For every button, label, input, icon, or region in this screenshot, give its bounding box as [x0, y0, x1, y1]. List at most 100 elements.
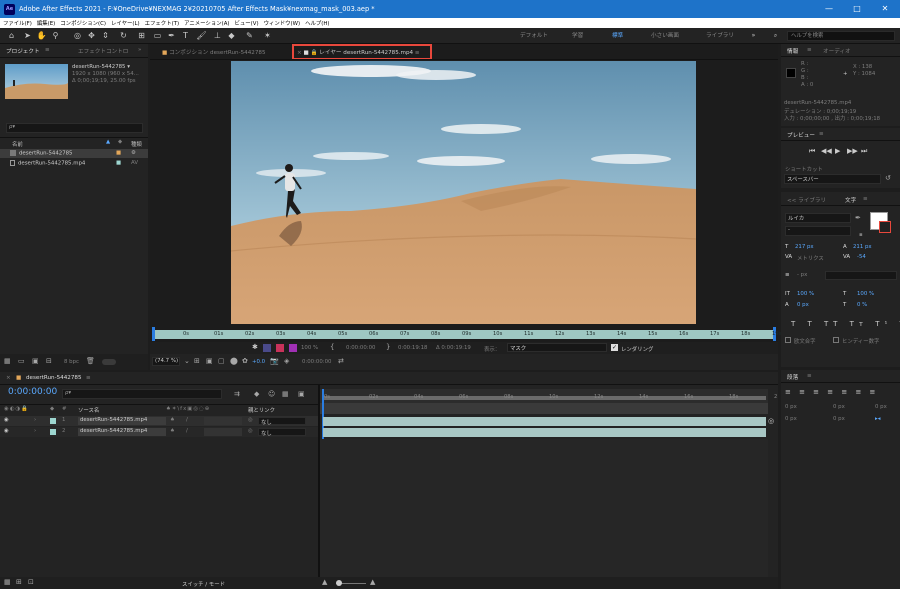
puppet-pin-icon[interactable]: ✶	[262, 30, 273, 41]
indent-right-value[interactable]: 0 px	[833, 404, 845, 410]
tab-effect-controls[interactable]: エフェクトコントロ	[78, 47, 128, 55]
set-in-point-icon[interactable]: {	[330, 343, 334, 352]
visibility-eye-icon[interactable]: ◉	[4, 417, 9, 423]
help-search-input[interactable]: ヘルプを検索	[787, 31, 895, 41]
brush-tool-icon[interactable]: 🖌	[196, 30, 207, 41]
viewer-timecode[interactable]: 0:00:00:00	[302, 359, 331, 365]
type-tool-icon[interactable]: T	[180, 30, 191, 41]
menu-edit[interactable]: 編集(E)	[37, 19, 55, 27]
vertical-scale-value[interactable]: 100 %	[797, 291, 814, 297]
pickwhip-icon[interactable]: ◎	[248, 417, 253, 423]
shy-icon[interactable]: ☺	[268, 390, 275, 399]
sort-up-icon[interactable]: ▲	[106, 139, 110, 145]
tab-character[interactable]: 文字	[845, 196, 856, 204]
new-folder-icon[interactable]: ▭	[18, 357, 25, 366]
layer-bar-1[interactable]	[323, 417, 766, 426]
clone-stamp-icon[interactable]: ⊥	[212, 30, 223, 41]
project-item-comp[interactable]: desertRun-5442785	[10, 150, 72, 157]
snapshot-icon[interactable]: ✱	[252, 343, 258, 352]
align-buttons[interactable]: ≡ ≡ ≡ ≡ ≡ ≡ ≡	[785, 388, 878, 396]
timeline-timecode[interactable]: 0:00:00:00	[8, 387, 57, 397]
display-select[interactable]: マスク	[507, 343, 607, 352]
fast-preview-pct[interactable]: 100 %	[301, 345, 318, 351]
switch-boxes[interactable]	[204, 417, 242, 425]
mask-icon[interactable]: ▢	[218, 357, 225, 366]
color-chip-purple[interactable]	[289, 344, 297, 352]
trash-icon[interactable]: 🗑	[86, 357, 95, 366]
ligature-checkbox[interactable]	[785, 337, 791, 343]
menu-view[interactable]: ビュー(V)	[235, 19, 259, 27]
hindi-checkbox[interactable]	[833, 337, 839, 343]
font-style-select[interactable]: -	[785, 226, 851, 236]
label-tag-icon[interactable]: ◆	[118, 139, 122, 145]
roto-brush-icon[interactable]: ✎	[244, 30, 255, 41]
draft-3d-icon[interactable]: ◆	[254, 390, 259, 399]
layer-row[interactable]: ◉ › 2 desertRun-5442785.mp4 ♠ / ◎ なし	[0, 427, 318, 437]
graph-editor-icon[interactable]: ▣	[298, 390, 305, 399]
channel-icon[interactable]: ⬤	[230, 357, 238, 366]
close-icon[interactable]: ✕	[871, 0, 899, 18]
column-source-name[interactable]: ソース名	[78, 406, 99, 414]
prev-frame-icon[interactable]: ◀◀	[821, 147, 832, 156]
loop-icon[interactable]: ↺	[885, 174, 891, 183]
menu-icon[interactable]: ≡	[807, 373, 812, 379]
parent-select[interactable]: なし	[258, 428, 306, 437]
tab-info[interactable]: 情報	[787, 47, 798, 55]
menu-layer[interactable]: レイヤー(L)	[111, 19, 140, 27]
show-snapshot-icon[interactable]: ◈	[284, 357, 289, 366]
expand-arrow-icon[interactable]: ›	[34, 417, 36, 423]
keyframe-nav-icon[interactable]: ◎	[768, 417, 774, 426]
anchor-tool-icon[interactable]: ⊞	[136, 30, 147, 41]
panel-overflow-icon[interactable]: »	[138, 47, 141, 53]
workspace-small-screen[interactable]: 小さい画面	[651, 31, 679, 39]
pickwhip-icon[interactable]: ◎	[248, 428, 253, 434]
menu-help[interactable]: ヘルプ(H)	[305, 19, 329, 27]
column-parent[interactable]: 親とリンク	[248, 406, 275, 414]
stroke-width-value[interactable]: - px	[797, 272, 807, 278]
exposure-icon[interactable]: ✿	[242, 357, 248, 366]
in-point-time[interactable]: 0:00:00:00	[346, 345, 375, 351]
lock-icon[interactable]: 🔒	[311, 50, 318, 56]
menu-animation[interactable]: アニメーション(A)	[184, 19, 229, 27]
menu-icon[interactable]: ≡	[86, 375, 91, 381]
expand-icon[interactable]: ⊞	[16, 578, 22, 587]
rotate-tool-icon[interactable]: ↻	[118, 30, 129, 41]
font-family-select[interactable]: ルイカ	[785, 213, 851, 223]
menu-icon[interactable]: ≡	[819, 131, 824, 137]
expand-arrow-icon[interactable]: ›	[34, 428, 36, 434]
menu-window[interactable]: ウィンドウ(W)	[264, 19, 301, 27]
workspace-libraries[interactable]: ライブラリ	[706, 31, 734, 39]
tab-paragraph[interactable]: 段落	[787, 373, 798, 381]
zoom-slider-handle[interactable]	[336, 580, 342, 586]
work-area-range[interactable]	[322, 396, 766, 400]
menu-effect[interactable]: エフェクト(T)	[145, 19, 179, 27]
close-tab-icon[interactable]: ×	[6, 375, 11, 381]
column-name[interactable]: 名前	[12, 140, 23, 148]
layer-label-color[interactable]	[50, 429, 56, 435]
zoom-in-icon[interactable]: ▲	[370, 578, 375, 587]
space-before-value[interactable]: 0 px	[785, 416, 797, 422]
hand-tool-icon[interactable]: ✋	[36, 30, 47, 41]
menu-icon[interactable]: ≡	[45, 47, 50, 53]
color-chip-blue[interactable]	[263, 344, 271, 352]
space-after-value[interactable]: 0 px	[833, 416, 845, 422]
exposure-value[interactable]: +0.0	[252, 359, 265, 365]
stroke-color-swatch[interactable]	[879, 221, 891, 233]
eraser-tool-icon[interactable]: ◆	[226, 30, 237, 41]
parent-select[interactable]: なし	[258, 417, 306, 426]
play-icon[interactable]: ▶	[835, 147, 840, 156]
tab-layer[interactable]: × ■ 🔒 レイヤー desertRun-5442785.mp4 ≡	[297, 48, 420, 56]
render-checkbox[interactable]: ✓	[611, 344, 618, 351]
project-item-footage[interactable]: desertRun-5442785.mp4	[10, 160, 85, 167]
selection-tool-icon[interactable]: ➤	[22, 30, 33, 41]
menu-icon[interactable]: ≡	[807, 47, 812, 53]
next-frame-icon[interactable]: ▶▶	[847, 147, 858, 156]
camera-icon[interactable]: 📷	[270, 357, 279, 366]
rectangle-tool-icon[interactable]: ▭	[152, 30, 163, 41]
indent-left-value[interactable]: 0 px	[785, 404, 797, 410]
baseline-value[interactable]: 0 px	[797, 302, 809, 308]
zoom-out-icon[interactable]: ▲	[322, 578, 327, 587]
switch-mode-toggle[interactable]: スイッチ / モード	[182, 580, 225, 588]
search-icon[interactable]: ⌕	[770, 30, 781, 41]
color-chip-red[interactable]	[276, 344, 284, 352]
